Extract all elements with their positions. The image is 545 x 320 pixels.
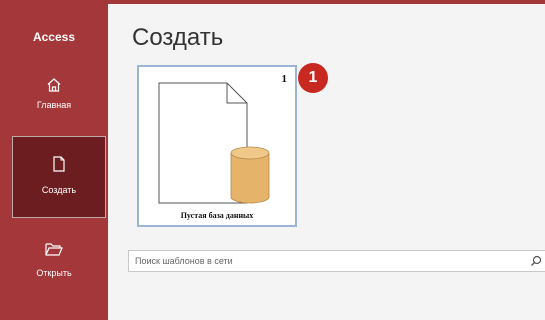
backstage-sidebar: Access Главная Создать Открыть	[0, 4, 108, 320]
search-input[interactable]	[135, 254, 515, 268]
sidebar-item-open[interactable]: Открыть	[0, 232, 108, 312]
home-icon	[0, 74, 108, 96]
open-folder-icon	[0, 238, 108, 260]
blank-database-icon	[158, 82, 270, 204]
search-icon[interactable]	[529, 254, 543, 268]
page-title: Создать	[132, 24, 224, 51]
main-panel: Создать 1 Пустая база данных 1	[108, 4, 545, 320]
sidebar-item-create[interactable]: Создать	[12, 136, 106, 218]
sidebar-item-label: Главная	[36, 100, 72, 110]
new-document-icon	[13, 153, 105, 175]
sidebar-item-label: Открыть	[36, 268, 72, 278]
sidebar-item-home[interactable]: Главная	[0, 66, 108, 146]
sidebar-item-label: Создать	[41, 185, 77, 195]
app-title: Access	[32, 30, 76, 44]
template-number: 1	[281, 73, 288, 85]
step-callout-badge: 1	[298, 63, 328, 93]
blank-database-template[interactable]: 1 Пустая база данных	[137, 65, 297, 227]
backstage-window: Access Главная Создать Открыть Создать 1…	[0, 0, 545, 320]
template-search-box[interactable]	[128, 250, 545, 272]
template-label: Пустая база данных	[180, 211, 254, 220]
